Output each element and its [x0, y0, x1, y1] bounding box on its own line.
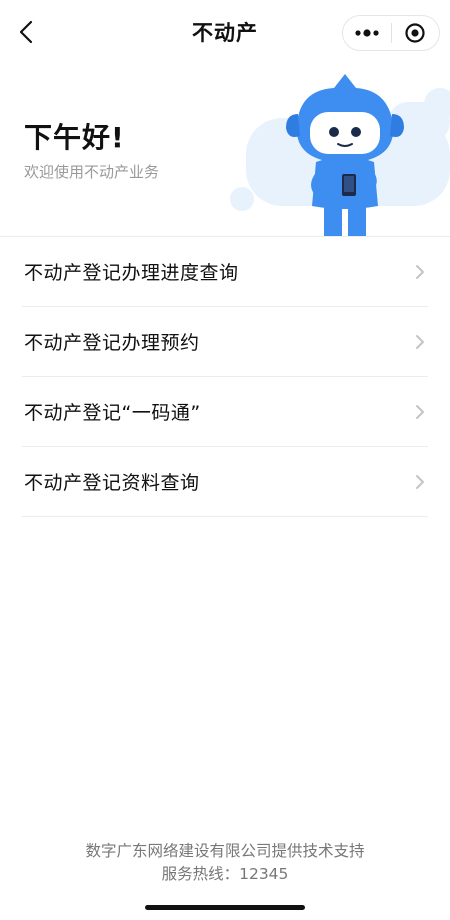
footer: 数字广东网络建设有限公司提供技术支持 服务热线：12345 [0, 840, 450, 886]
hotline-text: 服务热线：12345 [161, 865, 289, 883]
greeting-banner: 下午好! 欢迎使用不动产业务 [0, 64, 450, 236]
top-nav-bar: 不动产 [0, 0, 450, 64]
target-close-icon [405, 23, 425, 43]
menu-item-one-code-pass[interactable]: 不动产登记“一码通” [22, 377, 428, 447]
menu-item-appointment[interactable]: 不动产登记办理预约 [22, 307, 428, 377]
robot-mascot-illustration [230, 74, 450, 236]
menu-item-label: 不动产登记办理进度查询 [24, 262, 239, 284]
more-dots-icon [355, 29, 379, 37]
service-menu-list: 不动产登记办理进度查询 不动产登记办理预约 不动产登记“一码通” 不动产登记资料… [0, 237, 450, 517]
tech-support-text: 数字广东网络建设有限公司提供技术支持 [85, 842, 365, 860]
menu-item-label: 不动产登记办理预约 [24, 332, 200, 354]
mini-program-capsule [342, 15, 440, 51]
menu-item-label: 不动产登记“一码通” [24, 402, 201, 424]
chevron-right-icon [416, 475, 424, 489]
more-button[interactable] [343, 16, 391, 50]
chevron-right-icon [416, 265, 424, 279]
home-indicator [145, 905, 305, 910]
menu-item-label: 不动产登记资料查询 [24, 472, 200, 494]
page: 不动产 下午好! 欢迎使用不动产业务 不动产登记办理进度查询 不动产登记办理预约… [0, 0, 450, 920]
chevron-right-icon [416, 405, 424, 419]
menu-item-records-query[interactable]: 不动产登记资料查询 [22, 447, 428, 517]
greeting-text: 下午好! [24, 121, 125, 154]
chevron-right-icon [416, 335, 424, 349]
welcome-subtitle: 欢迎使用不动产业务 [24, 163, 160, 181]
close-button[interactable] [391, 16, 439, 50]
menu-item-progress-query[interactable]: 不动产登记办理进度查询 [22, 237, 428, 307]
